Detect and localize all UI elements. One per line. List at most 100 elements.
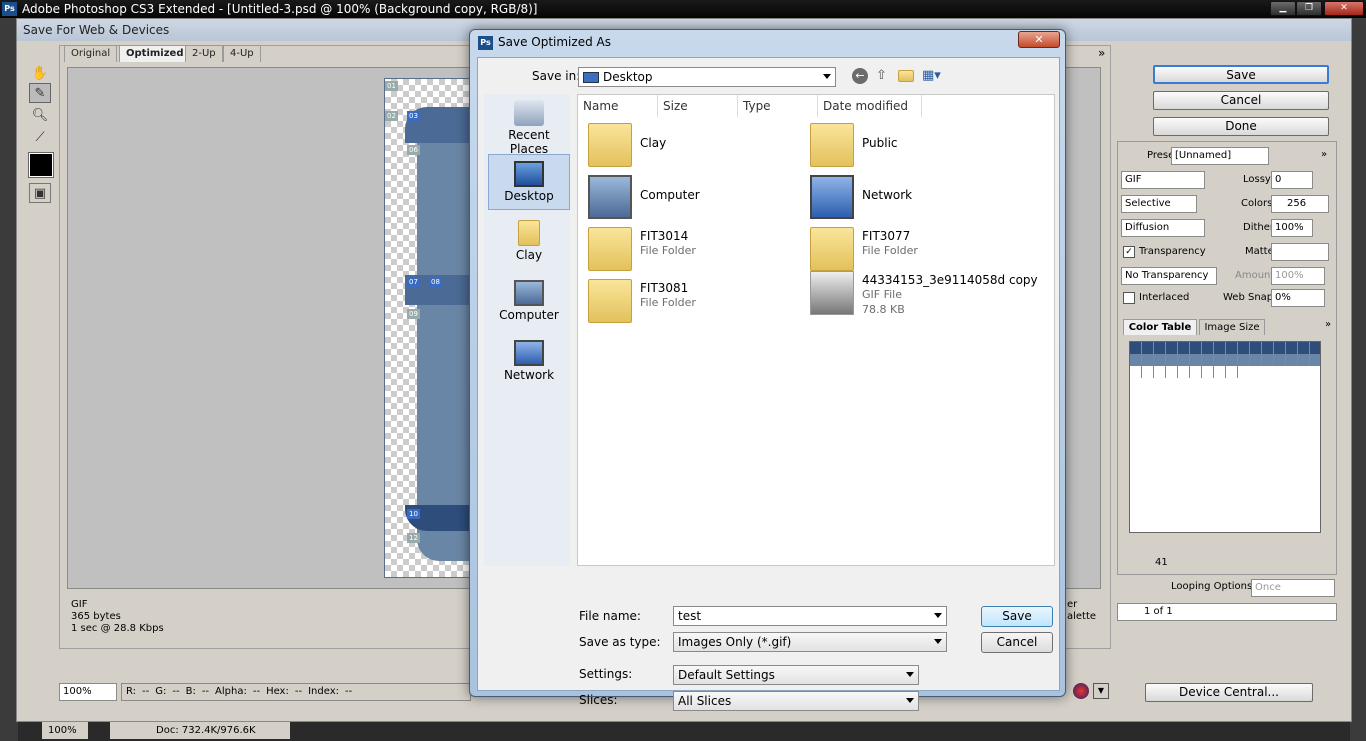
place-network[interactable]: Network: [488, 334, 570, 390]
hex-value: --: [294, 686, 303, 697]
save-in-select[interactable]: Desktop: [578, 67, 836, 87]
file-item[interactable]: FIT3081 File Folder: [582, 275, 802, 327]
app-close-button[interactable]: ✕: [1324, 1, 1364, 16]
tab-optimized[interactable]: Optimized: [119, 45, 191, 62]
file-name-input[interactable]: test: [673, 606, 947, 626]
file-item[interactable]: Public: [804, 119, 1024, 171]
slice-label: 09: [407, 309, 420, 319]
save-in-label: Save in:: [532, 69, 581, 83]
lossy-input[interactable]: 0: [1271, 171, 1313, 189]
info-fragment-1: er: [1067, 599, 1078, 610]
transparency-dither-select[interactable]: No Transparency ...: [1121, 267, 1217, 297]
zoom-level-select[interactable]: 100%: [59, 683, 117, 701]
format-select[interactable]: GIF: [1121, 171, 1205, 189]
dialog-close-button[interactable]: ✕: [1018, 31, 1060, 48]
file-list[interactable]: Name Size Type Date modified Clay Public…: [577, 94, 1055, 566]
slice-label: 12: [407, 533, 420, 543]
colors-select[interactable]: 256: [1271, 195, 1329, 213]
column-name[interactable]: Name: [578, 95, 658, 117]
color-reduction-select[interactable]: Selective: [1121, 195, 1197, 213]
tab-image-size[interactable]: Image Size: [1199, 319, 1265, 335]
animation-frame-controls: 1 of 1: [1117, 603, 1337, 621]
network-icon: [514, 340, 544, 366]
zoom-tool-icon[interactable]: 🔍︎: [29, 105, 51, 125]
tab-4-up[interactable]: 4-Up: [223, 45, 261, 62]
dialog-cancel-button[interactable]: Cancel: [981, 632, 1053, 653]
ps-right-panels: [1350, 18, 1366, 741]
eyedropper-tool-icon[interactable]: ⟋: [29, 127, 51, 147]
matte-select[interactable]: [1271, 243, 1329, 261]
column-type[interactable]: Type: [738, 95, 818, 117]
save-optimized-as-dialog: Ps Save Optimized As ✕ Save in: Desktop …: [469, 29, 1066, 711]
place-recent-places[interactable]: Recent Places: [488, 94, 570, 156]
file-item[interactable]: Clay: [582, 119, 802, 171]
column-size[interactable]: Size: [658, 95, 738, 117]
browser-menu-icon[interactable]: ▼: [1093, 683, 1109, 699]
index-label: Index:: [308, 686, 339, 697]
lossy-label: Lossy:: [1243, 174, 1274, 185]
column-date-modified[interactable]: Date modified: [818, 95, 922, 117]
file-item[interactable]: Network: [804, 171, 1024, 223]
place-label: Clay: [515, 248, 543, 262]
file-name-value: test: [678, 609, 702, 623]
place-desktop[interactable]: Desktop: [488, 154, 570, 210]
websnap-value: 0%: [1275, 292, 1291, 303]
back-arrow-icon[interactable]: ←: [852, 68, 868, 84]
app-title: Adobe Photoshop CS3 Extended - [Untitled…: [22, 2, 538, 16]
panel-menu-icon[interactable]: »: [1098, 46, 1105, 60]
amount-input[interactable]: 100%: [1271, 267, 1325, 285]
looping-select[interactable]: Once: [1251, 579, 1335, 597]
maximize-button[interactable]: ❐: [1296, 1, 1322, 16]
alpha-label: Alpha:: [215, 686, 247, 697]
color-table[interactable]: [1129, 341, 1321, 533]
eyedropper-color-swatch[interactable]: [28, 152, 54, 178]
save-as-type-select[interactable]: Images Only (*.gif): [673, 632, 947, 652]
file-item[interactable]: FIT3014 File Folder: [582, 223, 802, 275]
save-as-type-value: Images Only (*.gif): [678, 635, 792, 649]
place-computer[interactable]: Computer: [488, 274, 570, 330]
settings-select[interactable]: Default Settings: [673, 665, 919, 685]
dialog-save-button[interactable]: Save: [981, 606, 1053, 627]
minimize-button[interactable]: ▁: [1270, 1, 1296, 16]
dialog-title: Save Optimized As: [498, 35, 611, 49]
sfw-done-button[interactable]: Done: [1153, 117, 1329, 136]
tab-original[interactable]: Original: [64, 45, 118, 62]
transparency-checkbox[interactable]: ✓: [1123, 246, 1135, 258]
file-name: FIT3077: [862, 229, 911, 243]
interlaced-checkbox[interactable]: [1123, 292, 1135, 304]
hand-tool-icon[interactable]: ✋: [29, 63, 51, 83]
user-folder-icon: [588, 123, 632, 167]
file-item[interactable]: 44334153_3e9114058d copy GIF File 78.8 KB: [804, 267, 1054, 319]
up-folder-icon[interactable]: ⇧: [876, 68, 887, 83]
dialog-photoshop-icon: Ps: [478, 36, 493, 50]
websnap-input[interactable]: 0%: [1271, 289, 1325, 307]
browser-preview-icon[interactable]: [1073, 683, 1089, 699]
r-label: R:: [126, 686, 137, 697]
sfw-save-button[interactable]: Save: [1153, 65, 1329, 84]
color-table-menu-icon[interactable]: »: [1325, 317, 1331, 333]
ps-zoom[interactable]: 100%: [42, 722, 88, 739]
dither-input[interactable]: 100%: [1271, 219, 1313, 237]
dither-algorithm-select[interactable]: Diffusion: [1121, 219, 1205, 237]
slices-select[interactable]: All Slices: [673, 691, 919, 711]
place-clay[interactable]: Clay: [488, 214, 570, 270]
tab-2-up[interactable]: 2-Up: [185, 45, 223, 62]
slice-label: 01: [385, 81, 398, 91]
g-label: G:: [155, 686, 167, 697]
file-item[interactable]: Computer: [582, 171, 802, 223]
gif-thumbnail-icon: [810, 271, 854, 315]
toggle-slices-icon[interactable]: ▣: [29, 183, 51, 203]
view-menu-icon[interactable]: ▦▾: [922, 68, 941, 83]
preset-select[interactable]: [Unnamed]: [1171, 147, 1269, 165]
settings-menu-icon[interactable]: »: [1321, 147, 1327, 163]
photoshop-logo-icon: Ps: [2, 2, 17, 16]
tab-color-table[interactable]: Color Table: [1123, 319, 1197, 335]
place-label: Recent Places: [508, 128, 550, 156]
zoom-value: 100%: [63, 686, 92, 697]
slice-select-tool-icon[interactable]: ✎: [29, 83, 51, 103]
optimization-info: GIF 365 bytes 1 sec @ 28.8 Kbps: [67, 595, 467, 643]
sfw-cancel-button[interactable]: Cancel: [1153, 91, 1329, 110]
settings-value: Default Settings: [678, 668, 775, 682]
new-folder-icon[interactable]: [898, 70, 914, 82]
dialog-body: Save in: Desktop ← ⇧ ▦▾ Recent Places De…: [477, 57, 1060, 711]
